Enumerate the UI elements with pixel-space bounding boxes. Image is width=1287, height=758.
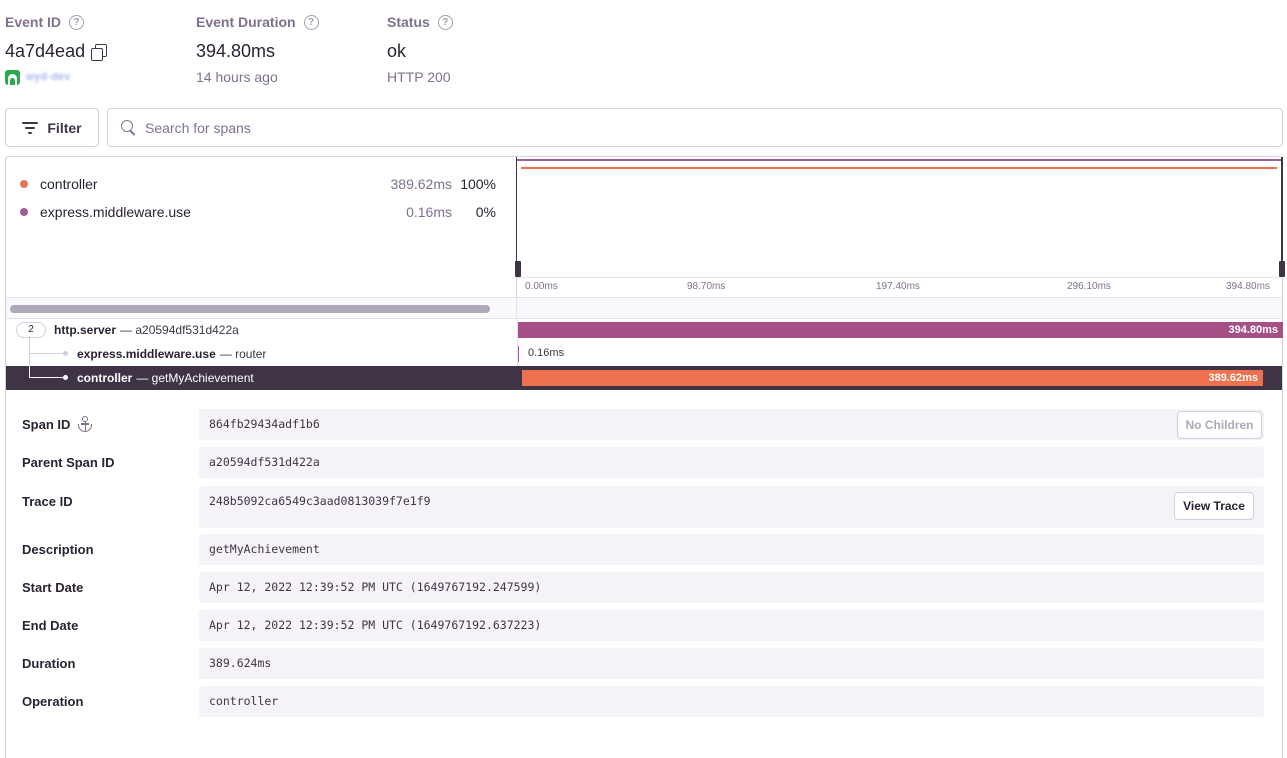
tree-connector [29, 366, 30, 377]
span-bar-label: 0.16ms [528, 347, 565, 359]
start-date-value: Apr 12, 2022 12:39:52 PM UTC (1649767192… [209, 580, 542, 594]
controller-dot-icon [20, 180, 28, 188]
axis-tick: 0.00ms [525, 281, 558, 292]
status-section: Status ? ok HTTP 200 [387, 12, 453, 86]
span-bar: 394.80ms [518, 322, 1283, 338]
span-bar: 389.62ms [522, 370, 1263, 386]
help-icon[interactable]: ? [69, 14, 85, 30]
search-input[interactable] [145, 119, 1245, 136]
span-id-value: 864fb29434adf1b6 [209, 417, 320, 431]
project-name[interactable]: wyd-dev [26, 71, 70, 83]
event-time-ago: 14 hours ago [196, 69, 278, 85]
anchor-icon[interactable] [78, 416, 93, 432]
span-row-middleware[interactable]: express.middleware.use — router 0.16ms [6, 342, 1282, 366]
minimap-right-edge [1281, 157, 1283, 277]
operation-value: controller [209, 694, 279, 708]
no-children-button[interactable]: No Children [1177, 411, 1262, 439]
minimap-right-handle[interactable] [1279, 261, 1285, 277]
middleware-dot-icon [20, 208, 28, 216]
end-date-value: Apr 12, 2022 12:39:52 PM UTC (1649767192… [209, 618, 542, 632]
event-id-section: Event ID ? 4a7d4ead wyd-dev [5, 12, 108, 86]
divider [516, 298, 517, 319]
minimap[interactable] [515, 157, 1285, 277]
event-duration-label: Event Duration [196, 14, 296, 30]
children-count-badge[interactable]: 2 [16, 322, 46, 338]
trace-id-value: 248b5092ca6549c3aad0813039f7e1f9 [209, 494, 431, 508]
minimap-left-handle[interactable] [515, 261, 521, 277]
horizontal-scrollbar [6, 297, 1282, 319]
filter-label: Filter [47, 119, 82, 136]
time-axis: 0.00ms 98.70ms 197.40ms 296.10ms 394.80m… [516, 277, 1283, 297]
axis-tick: 296.10ms [1067, 281, 1111, 292]
scroll-thumb[interactable] [10, 305, 490, 313]
tree-connector [29, 377, 65, 378]
search-icon [121, 120, 136, 135]
ops-breakdown-row: controller 389.62ms 100% [20, 174, 496, 194]
event-id-value: 4a7d4ead [5, 40, 86, 61]
project-icon [5, 69, 20, 85]
span-description: — router [219, 347, 267, 361]
filter-icon [22, 121, 39, 134]
axis-tick: 98.70ms [687, 281, 726, 292]
status-label: Status [387, 14, 430, 30]
span-op: controller [77, 371, 133, 385]
span-description: — a20594df531d422a [120, 323, 239, 337]
span-bar [518, 346, 519, 362]
help-icon[interactable]: ? [437, 14, 453, 30]
http-status: HTTP 200 [387, 69, 451, 85]
parent-span-id-value: a20594df531d422a [209, 455, 320, 469]
filter-button[interactable]: Filter [5, 108, 99, 147]
axis-tick: 394.80ms [1226, 281, 1270, 292]
axis-tick: 197.40ms [876, 281, 920, 292]
minimap-controller-bar [521, 167, 1277, 169]
help-icon[interactable]: ? [303, 14, 319, 30]
span-row-controller-selected[interactable]: controller — getMyAchievement 389.62ms [6, 366, 1282, 390]
span-row-http-server[interactable]: 2 http.server — a20594df531d422a 394.80m… [6, 318, 1283, 342]
span-op: express.middleware.use [77, 347, 216, 361]
minimap-http-server-bar [517, 159, 1283, 161]
span-search[interactable] [107, 108, 1283, 147]
span-op: http.server [54, 323, 117, 337]
span-description: — getMyAchievement [136, 371, 254, 385]
ops-breakdown-row: express.middleware.use 0.16ms 0% [20, 202, 496, 222]
duration-value: 389.624ms [209, 656, 272, 670]
event-duration-section: Event Duration ? 394.80ms 14 hours ago [196, 12, 319, 86]
status-value: ok [387, 40, 407, 61]
copy-icon[interactable] [91, 43, 108, 61]
tree-node-dot-icon [63, 375, 68, 380]
event-duration-value: 394.80ms [196, 40, 276, 61]
event-id-label: Event ID [5, 14, 62, 30]
view-trace-button[interactable]: View Trace [1174, 492, 1254, 520]
description-value: getMyAchievement [209, 542, 320, 556]
